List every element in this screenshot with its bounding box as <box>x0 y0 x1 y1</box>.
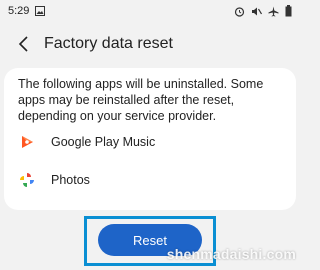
watermark: shenmadaishi.com <box>166 246 296 262</box>
status-right <box>234 5 292 17</box>
app-label-google-play-music: Google Play Music <box>51 135 156 149</box>
airplane-mode-icon <box>268 6 279 17</box>
battery-icon <box>285 5 292 17</box>
app-row-google-play-music: Google Play Music <box>18 130 290 154</box>
app-row-photos: Photos <box>18 168 290 192</box>
apps-card: The following apps will be uninstalled. … <box>4 68 296 210</box>
header: Factory data reset <box>0 22 300 66</box>
image-icon <box>35 6 46 16</box>
mute-icon <box>251 6 262 17</box>
back-arrow-icon[interactable] <box>4 22 44 66</box>
page-title: Factory data reset <box>44 35 173 52</box>
reset-description: The following apps will be uninstalled. … <box>18 77 264 123</box>
app-label-photos: Photos <box>51 173 90 187</box>
status-left: 5:29 <box>8 5 46 17</box>
google-photos-icon <box>18 171 36 189</box>
alarm-icon <box>234 6 245 17</box>
status-bar: 5:29 <box>0 0 300 22</box>
google-play-music-icon <box>18 133 36 151</box>
clock-time: 5:29 <box>8 5 30 17</box>
